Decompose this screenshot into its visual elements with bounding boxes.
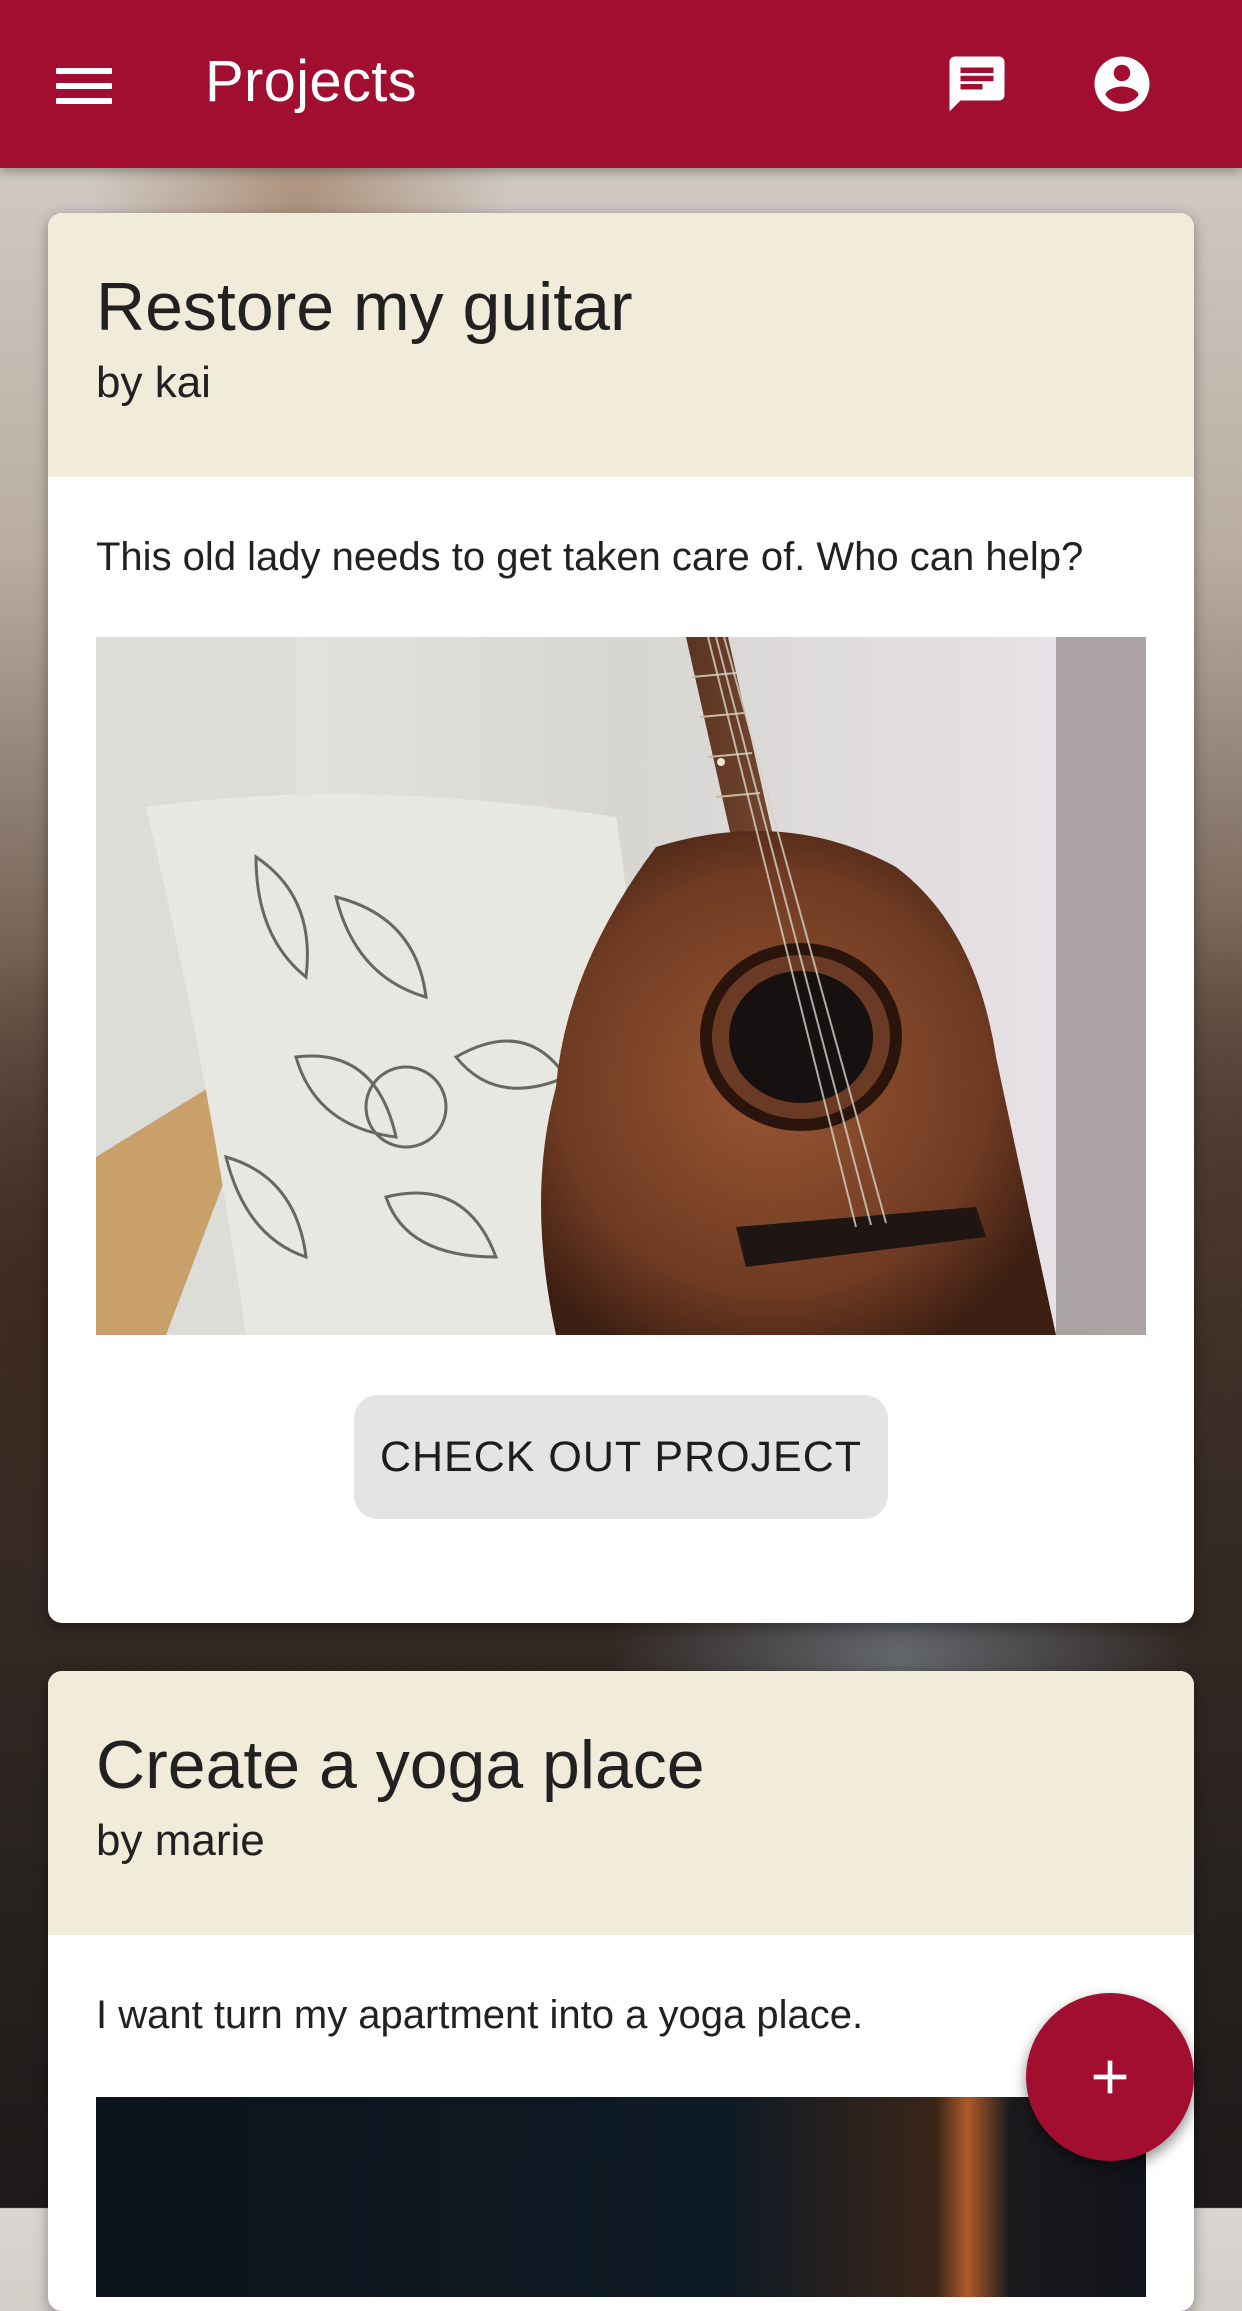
add-project-button[interactable]	[1026, 1993, 1194, 2161]
project-card: Restore my guitar by kai This old lady n…	[48, 213, 1194, 1623]
project-image-yoga	[96, 2097, 1146, 2297]
plus-icon	[1093, 2060, 1127, 2094]
card-header: Restore my guitar by kai	[48, 213, 1194, 477]
app-bar: Projects	[0, 0, 1242, 168]
card-body: I want turn my apartment into a yoga pla…	[48, 1985, 1194, 2297]
chat-button[interactable]	[935, 42, 1019, 126]
card-actions: CHECK OUT PROJECT	[96, 1395, 1146, 1519]
page-title: Projects	[205, 49, 417, 114]
project-author: by marie	[96, 1816, 265, 1865]
card-header: Create a yoga place by marie	[48, 1671, 1194, 1935]
account-circle-icon	[1094, 56, 1150, 112]
project-image-guitar	[96, 637, 1146, 1335]
project-author: by kai	[96, 358, 211, 407]
project-description: This old lady needs to get taken care of…	[96, 535, 1084, 579]
project-description: I want turn my apartment into a yoga pla…	[96, 1993, 864, 2037]
menu-icon	[56, 68, 112, 104]
account-button[interactable]	[1080, 42, 1164, 126]
chat-icon	[949, 56, 1005, 112]
project-title: Restore my guitar	[96, 269, 633, 345]
check-out-project-button[interactable]: CHECK OUT PROJECT	[354, 1395, 888, 1519]
menu-button[interactable]	[42, 44, 126, 128]
project-title: Create a yoga place	[96, 1727, 705, 1803]
card-body: This old lady needs to get taken care of…	[48, 527, 1194, 1519]
project-card: Create a yoga place by marie I want turn…	[48, 1671, 1194, 2311]
